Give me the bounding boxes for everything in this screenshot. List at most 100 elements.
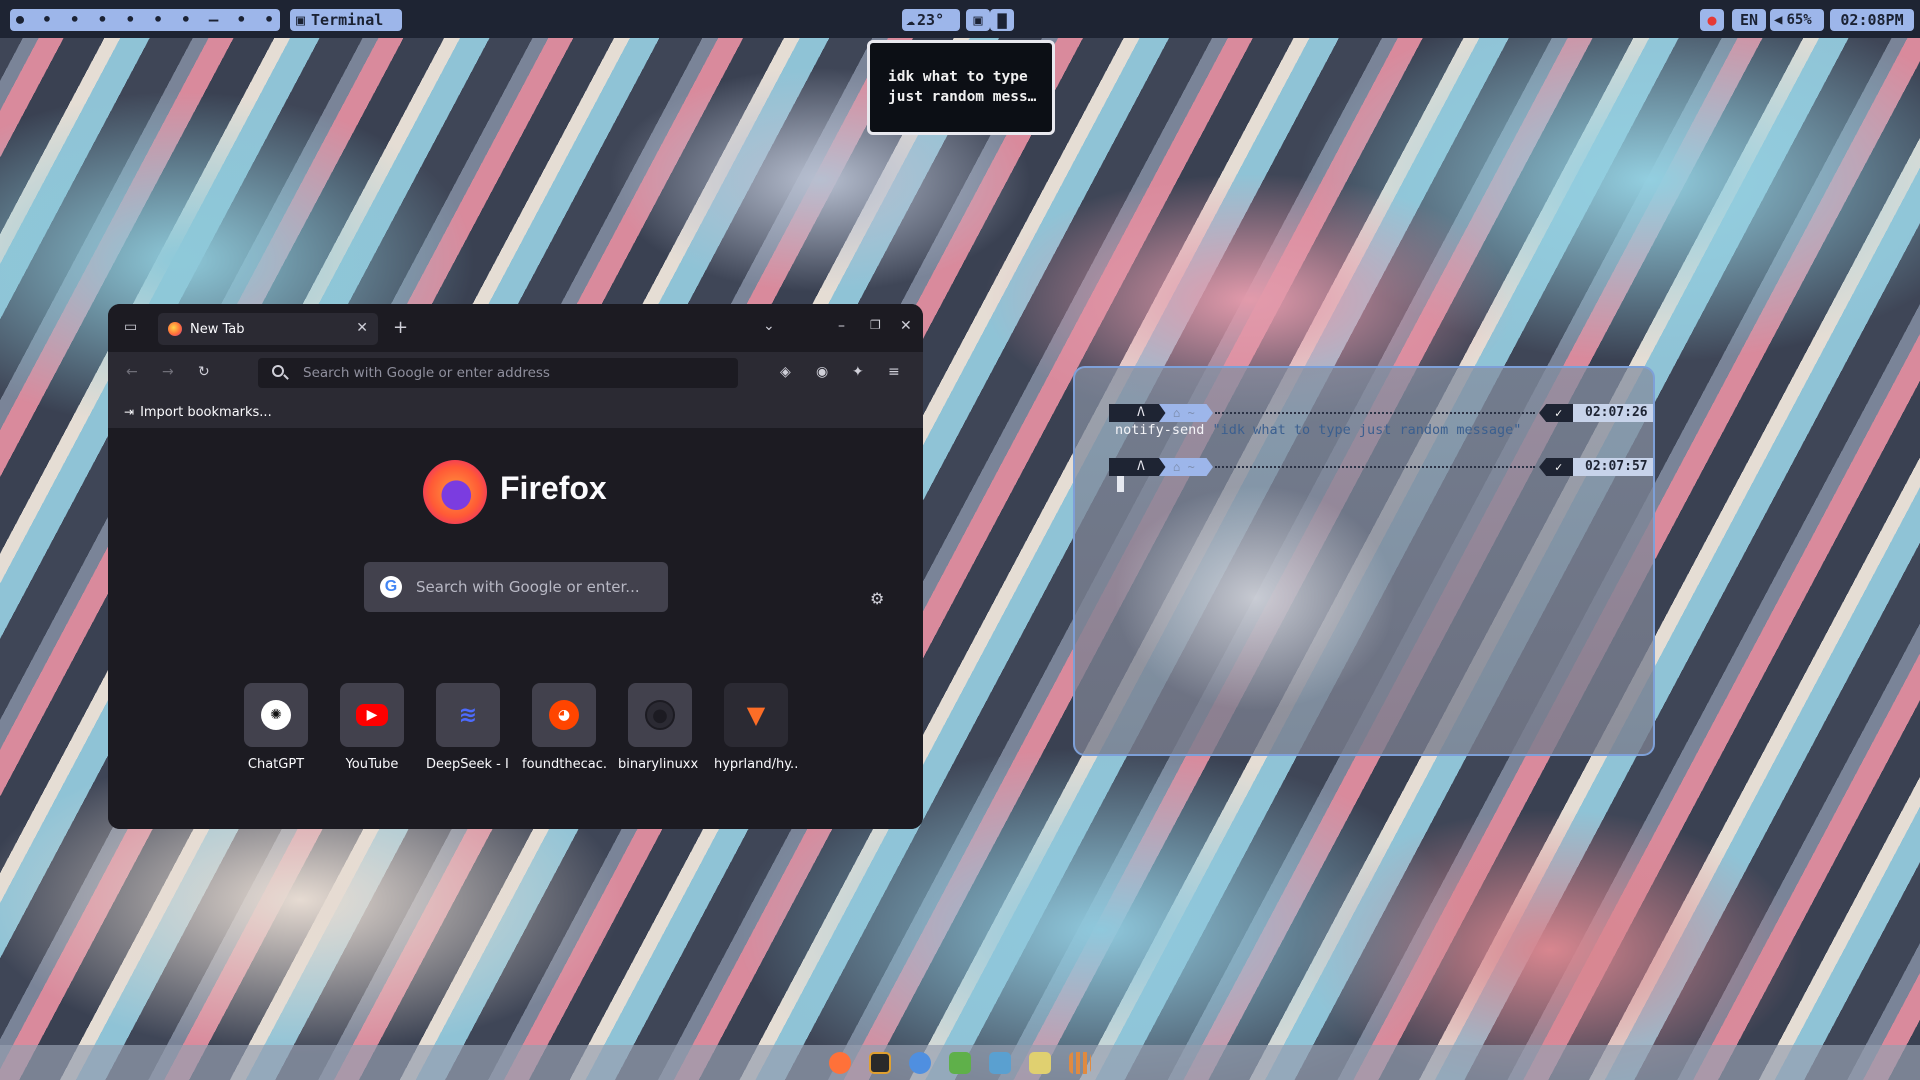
- apps-grid-icon[interactable]: [1069, 1051, 1091, 1074]
- shortcut-tile[interactable]: ✺ ChatGPT: [244, 683, 308, 772]
- tab-new-tab[interactable]: New Tab ✕: [158, 313, 378, 345]
- clock[interactable]: 02:08PM: [1830, 9, 1914, 31]
- chatgpt-icon: ✺: [261, 700, 291, 730]
- active-window-title: ▣ Terminal: [290, 9, 402, 31]
- weather-widget[interactable]: ☁ 23°: [902, 9, 960, 31]
- active-window-label: Terminal: [311, 11, 384, 29]
- shortcut-tile[interactable]: ◕ foundthecac...: [522, 683, 606, 772]
- shortcut-label: foundthecac...: [522, 757, 606, 772]
- weather-temp: 23°: [917, 11, 945, 29]
- check-icon: ✓: [1539, 458, 1575, 476]
- cloud-icon: ☁: [906, 11, 916, 29]
- notification-popup[interactable]: idk what to type just random mess…: [867, 40, 1055, 135]
- shortcut-label: binarylinuxx ...: [618, 757, 702, 772]
- workspace-dot[interactable]: ⏺: [16, 9, 24, 31]
- workspace-dot[interactable]: •: [264, 9, 274, 31]
- firefox-view-icon[interactable]: ▭: [124, 319, 137, 335]
- notification-line: just random mess…: [888, 89, 1037, 105]
- workspace-dot[interactable]: •: [42, 9, 52, 31]
- new-tab-icon[interactable]: +: [393, 317, 408, 338]
- shortcut-label: ChatGPT: [247, 757, 305, 772]
- volume-level: 65%: [1786, 12, 1812, 28]
- files-icon[interactable]: [989, 1051, 1011, 1074]
- workspace-dot[interactable]: •: [181, 9, 191, 31]
- gear-icon[interactable]: ⚙: [870, 589, 884, 608]
- notes-icon[interactable]: [1029, 1051, 1051, 1074]
- home-icon: ⌂ ~: [1159, 458, 1213, 476]
- workspace-dot[interactable]: —: [209, 9, 219, 31]
- folder-icon[interactable]: ▇: [990, 9, 1014, 31]
- command-line: notify-send "idk what to type just rando…: [1115, 422, 1521, 438]
- prompt-time: 02:07:26 PM: [1573, 404, 1653, 422]
- volume-widget[interactable]: ◀ 65%: [1770, 9, 1824, 31]
- screen-record-icon[interactable]: ●: [1700, 9, 1724, 31]
- new-tab-page: Firefox G Search with Google or enter...…: [108, 428, 923, 829]
- terminal-window[interactable]: Λ ⌂ ~ ✓ 02:07:26 PM notify-send "idk wha…: [1073, 366, 1655, 756]
- prompt-line: Λ ⌂ ~ ✓ 02:07:57 PM: [1109, 458, 1653, 476]
- bookmarks-toolbar: ⇥ Import bookmarks...: [108, 396, 923, 428]
- extensions-icon[interactable]: ✦: [852, 364, 864, 380]
- prompt-divider: [1215, 404, 1535, 414]
- deepseek-icon: ≋: [458, 702, 478, 728]
- shortcut-tile[interactable]: ▼ hyprland/hy...: [714, 683, 798, 772]
- minecraft-icon[interactable]: [949, 1051, 971, 1074]
- check-icon: ✓: [1539, 404, 1575, 422]
- terminal-icon[interactable]: [869, 1051, 891, 1074]
- address-bar[interactable]: Search with Google or enter address: [258, 358, 738, 388]
- import-bookmarks-link[interactable]: Import bookmarks...: [140, 405, 272, 420]
- arch-icon[interactable]: [909, 1051, 931, 1074]
- terminal-launcher-icon[interactable]: ▣: [966, 9, 990, 31]
- restore-icon[interactable]: ❐: [870, 318, 881, 332]
- workspace-indicator[interactable]: ⏺ • • • • • • — • •: [10, 9, 280, 31]
- tab-title: New Tab: [190, 321, 245, 337]
- shortcut-icon-box: ▼: [724, 683, 788, 747]
- search-icon: [272, 365, 284, 377]
- shortcut-tile[interactable]: ● binarylinuxx ...: [618, 683, 702, 772]
- workspace-dot[interactable]: •: [125, 9, 135, 31]
- menu-icon[interactable]: ≡: [888, 364, 900, 380]
- youtube-icon: ▶: [356, 704, 388, 726]
- terminal-icon: ▣: [296, 11, 306, 29]
- pocket-icon[interactable]: ◈: [780, 364, 791, 380]
- forward-icon[interactable]: →: [162, 364, 174, 380]
- firefox-icon: [168, 322, 182, 336]
- navigation-toolbar: ← → ↻ Search with Google or enter addres…: [108, 352, 923, 396]
- shortcut-tile[interactable]: ≋ DeepSeek - I...: [426, 683, 510, 772]
- github-icon: ●: [645, 700, 675, 730]
- close-tab-icon[interactable]: ✕: [356, 320, 368, 336]
- shortcut-tile[interactable]: ▶ YouTube: [340, 683, 404, 772]
- close-window-icon[interactable]: ✕: [900, 318, 912, 334]
- firefox-wordmark: Firefox: [500, 470, 607, 506]
- firefox-window: ▭ New Tab ✕ + ⌄ – ❐ ✕ ← → ↻ Search with …: [108, 304, 923, 829]
- shortcut-label: hyprland/hy...: [714, 757, 798, 772]
- search-input[interactable]: G Search with Google or enter...: [364, 562, 668, 612]
- keyboard-layout[interactable]: EN: [1732, 9, 1766, 31]
- shortcut-icon-box: ✺: [244, 683, 308, 747]
- back-icon[interactable]: ←: [126, 364, 138, 380]
- account-icon[interactable]: ◉: [816, 364, 828, 380]
- firefox-icon[interactable]: [829, 1051, 851, 1074]
- chevron-down-icon[interactable]: ⌄: [763, 318, 775, 334]
- workspace-dot[interactable]: •: [70, 9, 80, 31]
- google-icon: G: [380, 576, 402, 598]
- tab-bar: ▭ New Tab ✕ + ⌄ – ❐ ✕: [108, 304, 923, 352]
- command-argument: "idk what to type just random message": [1212, 422, 1522, 438]
- import-icon: ⇥: [124, 405, 135, 419]
- gitlab-icon: ▼: [746, 701, 766, 729]
- shortcut-label: YouTube: [345, 757, 399, 772]
- workspace-dot[interactable]: •: [153, 9, 163, 31]
- minimize-icon[interactable]: –: [838, 318, 845, 334]
- command-name: notify-send: [1115, 422, 1205, 438]
- terminal-cursor: [1117, 476, 1124, 492]
- workspace-dot[interactable]: •: [237, 9, 247, 31]
- reload-icon[interactable]: ↻: [198, 364, 210, 380]
- arch-icon: Λ: [1109, 458, 1169, 476]
- notification-line: idk what to type: [888, 69, 1028, 85]
- prompt-time: 02:07:57 PM: [1573, 458, 1653, 476]
- workspace-dot[interactable]: •: [98, 9, 108, 31]
- reddit-icon: ◕: [549, 700, 579, 730]
- dock: [0, 1045, 1920, 1080]
- search-placeholder: Search with Google or enter...: [416, 578, 640, 596]
- shortcut-label: DeepSeek - I...: [426, 757, 510, 772]
- top-sites: ✺ ChatGPT ▶ YouTube ≋ DeepSeek - I... ◕: [244, 683, 798, 772]
